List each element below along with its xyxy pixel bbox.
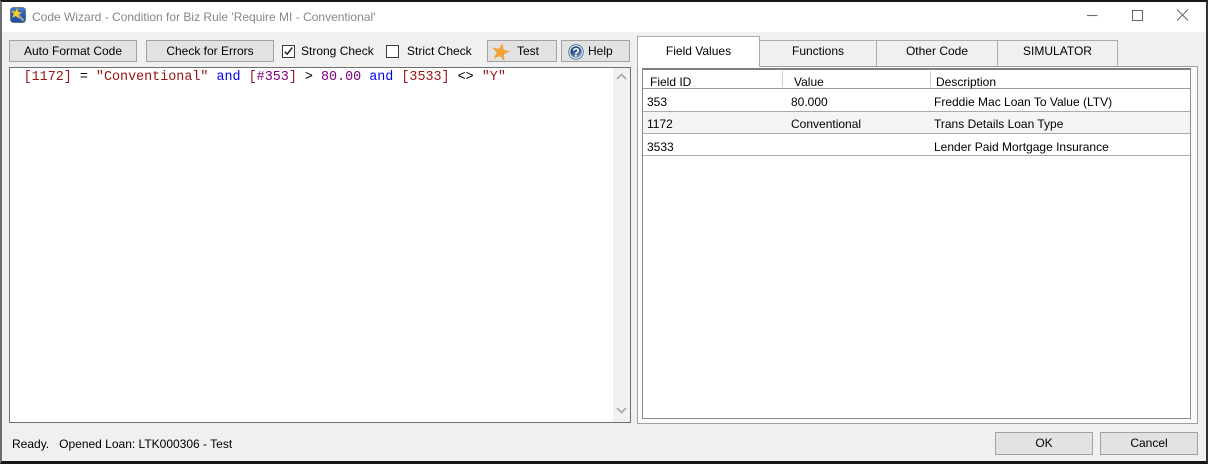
svg-text:?: ? (572, 45, 579, 59)
